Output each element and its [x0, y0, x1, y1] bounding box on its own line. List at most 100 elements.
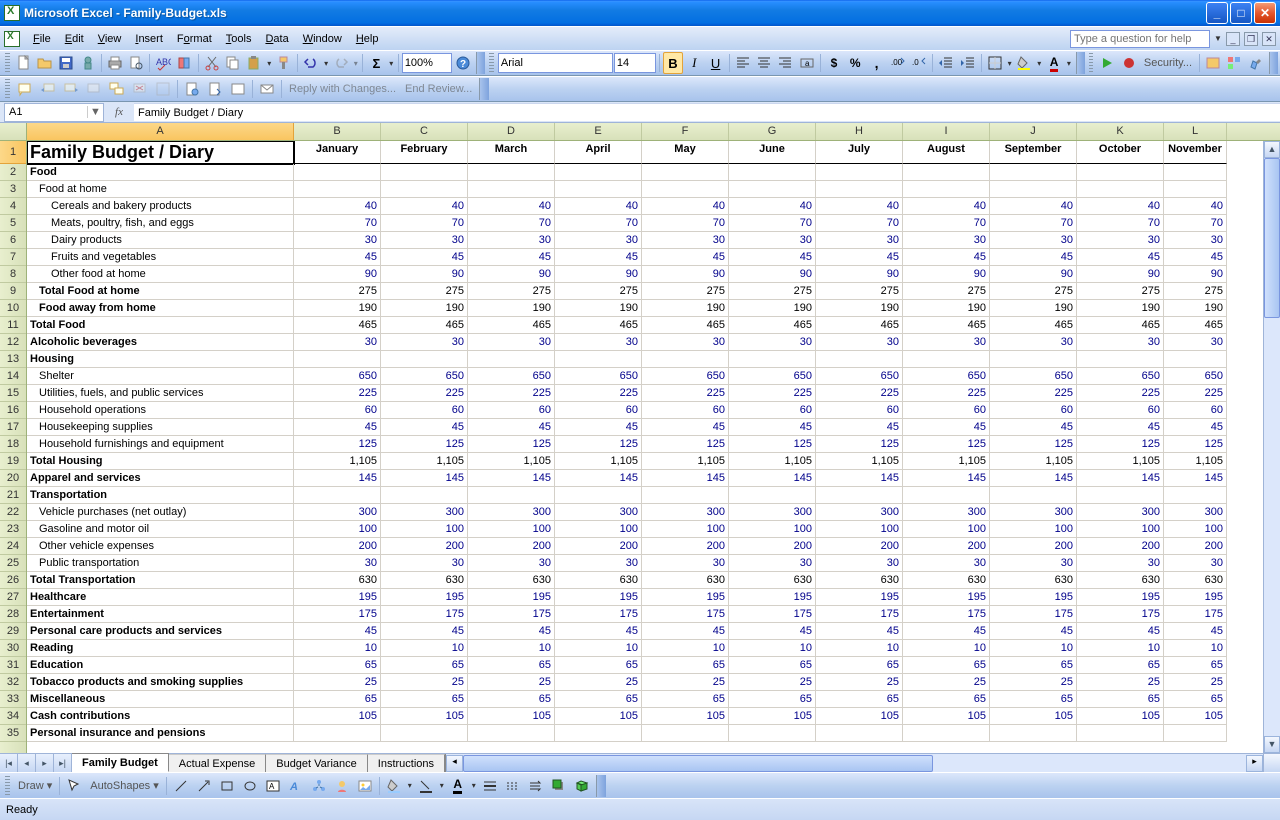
cell-K12[interactable]: 30: [1077, 334, 1164, 351]
cell-A13[interactable]: Housing: [27, 351, 294, 368]
cell-J8[interactable]: 90: [990, 266, 1077, 283]
cell-A16[interactable]: Household operations: [27, 402, 294, 419]
cell-C14[interactable]: 650: [381, 368, 468, 385]
cell-F30[interactable]: 10: [642, 640, 729, 657]
cell-G27[interactable]: 195: [729, 589, 816, 606]
cell-K6[interactable]: 30: [1077, 232, 1164, 249]
cell-K5[interactable]: 70: [1077, 215, 1164, 232]
3d-button[interactable]: [571, 775, 593, 797]
cell-K11[interactable]: 465: [1077, 317, 1164, 334]
cell-I18[interactable]: 125: [903, 436, 990, 453]
cell-L15[interactable]: 225: [1164, 385, 1227, 402]
cell-B35[interactable]: [294, 725, 381, 742]
picture-button[interactable]: [354, 775, 376, 797]
cell-G14[interactable]: 650: [729, 368, 816, 385]
cell-H11[interactable]: 465: [816, 317, 903, 334]
cell-C24[interactable]: 200: [381, 538, 468, 555]
cell-A7[interactable]: Fruits and vegetables: [27, 249, 294, 266]
cell-B31[interactable]: 65: [294, 657, 381, 674]
cell-L6[interactable]: 30: [1164, 232, 1227, 249]
cell-D25[interactable]: 30: [468, 555, 555, 572]
cell-D1[interactable]: March: [468, 141, 555, 164]
cell-J20[interactable]: 145: [990, 470, 1077, 487]
send-mail-button[interactable]: [256, 78, 278, 100]
col-header-J[interactable]: J: [990, 123, 1077, 140]
cell-L14[interactable]: 650: [1164, 368, 1227, 385]
cell-D20[interactable]: 145: [468, 470, 555, 487]
redo-dropdown[interactable]: ▾: [352, 59, 359, 68]
cell-C13[interactable]: [381, 351, 468, 368]
autoshapes-menu[interactable]: AutoShapes ▾: [86, 779, 163, 792]
cell-L32[interactable]: 25: [1164, 674, 1227, 691]
cell-F34[interactable]: 105: [642, 708, 729, 725]
open-button[interactable]: [35, 52, 55, 74]
arrow-style-button[interactable]: [525, 775, 547, 797]
cell-K13[interactable]: [1077, 351, 1164, 368]
cell-D13[interactable]: [468, 351, 555, 368]
cell-G3[interactable]: [729, 181, 816, 198]
cell-A15[interactable]: Utilities, fuels, and public services: [27, 385, 294, 402]
cell-E15[interactable]: 225: [555, 385, 642, 402]
cell-I3[interactable]: [903, 181, 990, 198]
cell-B32[interactable]: 25: [294, 674, 381, 691]
rectangle-button[interactable]: [216, 775, 238, 797]
menu-window[interactable]: Window: [296, 33, 349, 45]
cell-J28[interactable]: 175: [990, 606, 1077, 623]
prev-comment-button[interactable]: [37, 78, 59, 100]
cell-H7[interactable]: 45: [816, 249, 903, 266]
cell-E30[interactable]: 10: [555, 640, 642, 657]
cell-G18[interactable]: 125: [729, 436, 816, 453]
cell-D5[interactable]: 70: [468, 215, 555, 232]
cell-C31[interactable]: 65: [381, 657, 468, 674]
cell-H32[interactable]: 25: [816, 674, 903, 691]
cell-F20[interactable]: 145: [642, 470, 729, 487]
cell-I5[interactable]: 70: [903, 215, 990, 232]
new-comment-button[interactable]: [14, 78, 36, 100]
show-ink-button[interactable]: [152, 78, 174, 100]
cell-J25[interactable]: 30: [990, 555, 1077, 572]
toolbar-grip[interactable]: [5, 53, 10, 73]
cell-L5[interactable]: 70: [1164, 215, 1227, 232]
cell-G22[interactable]: 300: [729, 504, 816, 521]
cell-A14[interactable]: Shelter: [27, 368, 294, 385]
font-color-button[interactable]: A: [1044, 52, 1064, 74]
align-right-button[interactable]: [775, 52, 795, 74]
row-header-21[interactable]: 21: [0, 487, 26, 504]
cell-G12[interactable]: 30: [729, 334, 816, 351]
row-header-10[interactable]: 10: [0, 300, 26, 317]
row-header-34[interactable]: 34: [0, 708, 26, 725]
cell-E18[interactable]: 125: [555, 436, 642, 453]
cell-G17[interactable]: 45: [729, 419, 816, 436]
cell-D26[interactable]: 630: [468, 572, 555, 589]
cell-K30[interactable]: 10: [1077, 640, 1164, 657]
cell-G7[interactable]: 45: [729, 249, 816, 266]
cell-H26[interactable]: 630: [816, 572, 903, 589]
cell-B10[interactable]: 190: [294, 300, 381, 317]
cell-A10[interactable]: Food away from home: [27, 300, 294, 317]
cell-D12[interactable]: 30: [468, 334, 555, 351]
cell-G19[interactable]: 1,105: [729, 453, 816, 470]
cell-L17[interactable]: 45: [1164, 419, 1227, 436]
cell-D34[interactable]: 105: [468, 708, 555, 725]
cell-L34[interactable]: 105: [1164, 708, 1227, 725]
cell-G25[interactable]: 30: [729, 555, 816, 572]
cell-A4[interactable]: Cereals and bakery products: [27, 198, 294, 215]
row-header-1[interactable]: 1: [0, 141, 26, 164]
cell-E8[interactable]: 90: [555, 266, 642, 283]
cell-F26[interactable]: 630: [642, 572, 729, 589]
bold-button[interactable]: B: [663, 52, 683, 74]
cell-I11[interactable]: 465: [903, 317, 990, 334]
cell-E26[interactable]: 630: [555, 572, 642, 589]
copy-button[interactable]: [223, 52, 243, 74]
cell-G35[interactable]: [729, 725, 816, 742]
undo-dropdown[interactable]: ▾: [322, 59, 329, 68]
cell-G21[interactable]: [729, 487, 816, 504]
cell-L27[interactable]: 195: [1164, 589, 1227, 606]
sheet-tab-instructions[interactable]: Instructions: [368, 754, 445, 772]
cell-G16[interactable]: 60: [729, 402, 816, 419]
cell-A23[interactable]: Gasoline and motor oil: [27, 521, 294, 538]
cell-I31[interactable]: 65: [903, 657, 990, 674]
select-all-corner[interactable]: [0, 123, 27, 140]
col-header-F[interactable]: F: [642, 123, 729, 140]
menu-file[interactable]: FFileile: [26, 33, 58, 45]
